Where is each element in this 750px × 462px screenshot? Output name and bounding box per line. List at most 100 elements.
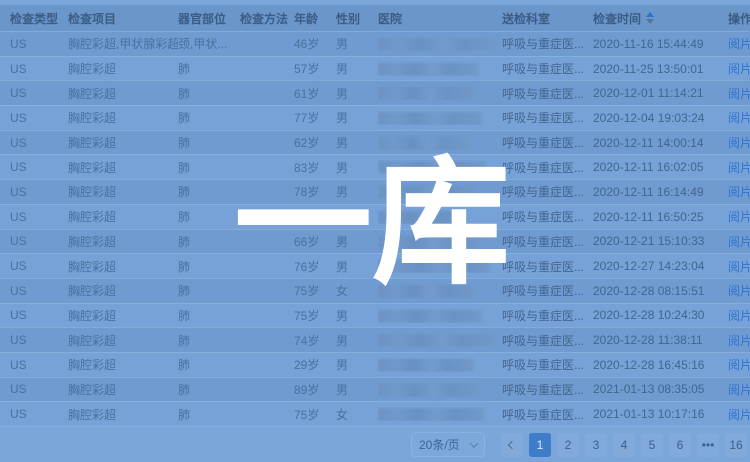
cell-age: 75岁	[294, 406, 336, 423]
cell-hospital-redacted	[378, 160, 502, 174]
cell-gender: 男	[336, 134, 378, 151]
col-header-hospital: 医院	[378, 10, 502, 27]
page-button-3[interactable]: 3	[585, 433, 607, 457]
page-size-select[interactable]: 20条/页	[411, 432, 485, 457]
table-row[interactable]: US 胸腔彩超 肺 75岁 男 呼吸与重症医... 2020-12-28 10:…	[0, 303, 750, 328]
chevron-down-icon	[470, 439, 478, 447]
cell-gender: 男	[336, 233, 378, 250]
table-row[interactable]: US 胸腔彩超 肺 76岁 男 呼吸与重症医... 2020-12-27 14:…	[0, 253, 750, 278]
view-images-link[interactable]: 阅片	[728, 87, 750, 101]
page-button-5[interactable]: 5	[641, 433, 663, 457]
cell-exam-type: US	[10, 185, 68, 199]
cell-hospital-redacted	[378, 333, 502, 347]
cell-exam-time: 2020-12-21 15:10:33	[593, 234, 728, 248]
cell-gender: 男	[336, 307, 378, 324]
cell-exam-type: US	[10, 37, 68, 51]
view-images-link[interactable]: 阅片	[728, 136, 750, 150]
view-images-link[interactable]: 阅片	[728, 210, 750, 224]
table-row[interactable]: US 胸腔彩超 肺 74岁 男 呼吸与重症医... 2020-12-28 11:…	[0, 327, 750, 352]
cell-gender: 男	[336, 159, 378, 176]
cell-organ: 肺	[178, 233, 240, 250]
view-images-link[interactable]: 阅片	[728, 309, 750, 323]
more-pages-button[interactable]: •••	[697, 433, 719, 457]
redacted-block	[378, 260, 490, 273]
page-button-2[interactable]: 2	[557, 433, 579, 457]
cell-organ: 肺	[178, 258, 240, 275]
view-images-link[interactable]: 阅片	[728, 260, 750, 274]
page-button-4[interactable]: 4	[613, 433, 635, 457]
cell-exam-time: 2020-12-11 14:00:14	[593, 136, 728, 150]
cell-hospital-redacted	[378, 382, 502, 396]
cell-gender: 女	[336, 406, 378, 423]
table-row[interactable]: US 胸腔彩超 肺 61岁 男 呼吸与重症医... 2020-12-01 11:…	[0, 80, 750, 105]
table-row[interactable]: US 胸腔彩超 肺 76岁 女 呼吸与重症医... 2020-12-11 16:…	[0, 204, 750, 229]
view-images-link[interactable]: 阅片	[728, 408, 750, 422]
redacted-block	[378, 63, 478, 76]
sort-caret-icon[interactable]	[646, 12, 654, 24]
cell-department: 呼吸与重症医...	[502, 258, 593, 275]
redacted-block	[378, 137, 470, 150]
table-row[interactable]: US 胸腔彩超 肺 83岁 男 呼吸与重症医... 2020-12-11 16:…	[0, 154, 750, 179]
cell-exam-type: US	[10, 160, 68, 174]
cell-organ: 颈,甲状...	[178, 35, 240, 52]
table-row[interactable]: US 胸腔彩超 肺 75岁 女 呼吸与重症医... 2021-01-13 10:…	[0, 401, 750, 426]
view-images-link[interactable]: 阅片	[728, 37, 750, 51]
table-row[interactable]: US 胸腔彩超 肺 29岁 男 呼吸与重症医... 2020-12-28 16:…	[0, 352, 750, 377]
table-row[interactable]: US 胸腔彩超 肺 78岁 男 呼吸与重症医... 2020-12-11 16:…	[0, 179, 750, 204]
cell-department: 呼吸与重症医...	[502, 381, 593, 398]
cell-age: 76岁	[294, 258, 336, 275]
cell-hospital-redacted	[378, 135, 502, 149]
table-row[interactable]: US 胸腔彩超,甲状腺彩超 颈,甲状... 46岁 男 呼吸与重症医... 20…	[0, 31, 750, 56]
cell-exam-time: 2020-12-28 11:38:11	[593, 333, 728, 347]
cell-age: 29岁	[294, 356, 336, 373]
prev-page-button[interactable]	[501, 433, 523, 457]
cell-exam-type: US	[10, 62, 68, 76]
cell-actions: 阅片	[728, 406, 750, 423]
col-header-exam-time[interactable]: 检查时间	[593, 10, 728, 27]
cell-age: 46岁	[294, 35, 336, 52]
view-images-link[interactable]: 阅片	[728, 62, 750, 76]
cell-organ: 肺	[178, 159, 240, 176]
cell-age: 74岁	[294, 332, 336, 349]
cell-department: 呼吸与重症医...	[502, 332, 593, 349]
cell-organ: 肺	[178, 208, 240, 225]
cell-organ: 肺	[178, 381, 240, 398]
cell-exam-item: 胸腔彩超	[68, 60, 178, 77]
view-images-link[interactable]: 阅片	[728, 111, 750, 125]
table-row[interactable]: US 胸腔彩超 肺 75岁 女 呼吸与重症医... 2020-12-28 08:…	[0, 278, 750, 303]
pagination-bar: 20条/页 123456 ••• 16	[0, 426, 750, 462]
cell-age: 75岁	[294, 282, 336, 299]
view-images-link[interactable]: 阅片	[728, 185, 750, 199]
cell-actions: 阅片	[728, 109, 750, 126]
view-images-link[interactable]: 阅片	[728, 235, 750, 249]
view-images-link[interactable]: 阅片	[728, 358, 750, 372]
cell-actions: 阅片	[728, 356, 750, 373]
page-button-16[interactable]: 16	[725, 433, 747, 457]
cell-gender: 女	[336, 282, 378, 299]
col-header-exam-item: 检查项目	[68, 10, 178, 27]
view-images-link[interactable]: 阅片	[728, 383, 750, 397]
page-button-6[interactable]: 6	[669, 433, 691, 457]
cell-exam-time: 2020-11-16 15:44:49	[593, 37, 728, 51]
redacted-block	[378, 112, 482, 125]
cell-organ: 肺	[178, 134, 240, 151]
cell-exam-type: US	[10, 407, 68, 421]
chevron-left-icon	[508, 440, 516, 448]
view-images-link[interactable]: 阅片	[728, 161, 750, 175]
cell-hospital-redacted	[378, 86, 502, 100]
cell-exam-time: 2020-12-11 16:14:49	[593, 185, 728, 199]
table-row[interactable]: US 胸腔彩超 肺 66岁 男 呼吸与重症医... 2020-12-21 15:…	[0, 229, 750, 254]
table-row[interactable]: US 胸腔彩超 肺 77岁 男 呼吸与重症医... 2020-12-04 19:…	[0, 105, 750, 130]
cell-exam-item: 胸腔彩超	[68, 134, 178, 151]
cell-organ: 肺	[178, 332, 240, 349]
cell-department: 呼吸与重症医...	[502, 356, 593, 373]
view-images-link[interactable]: 阅片	[728, 284, 750, 298]
cell-age: 57岁	[294, 60, 336, 77]
view-images-link[interactable]: 阅片	[728, 334, 750, 348]
table-row[interactable]: US 胸腔彩超 肺 89岁 男 呼吸与重症医... 2021-01-13 08:…	[0, 377, 750, 402]
table-row[interactable]: US 胸腔彩超 肺 62岁 男 呼吸与重症医... 2020-12-11 14:…	[0, 130, 750, 155]
cell-department: 呼吸与重症医...	[502, 109, 593, 126]
page-button-1[interactable]: 1	[529, 433, 551, 457]
table-row[interactable]: US 胸腔彩超 肺 57岁 男 呼吸与重症医... 2020-11-25 13:…	[0, 56, 750, 81]
redacted-block	[378, 310, 482, 323]
